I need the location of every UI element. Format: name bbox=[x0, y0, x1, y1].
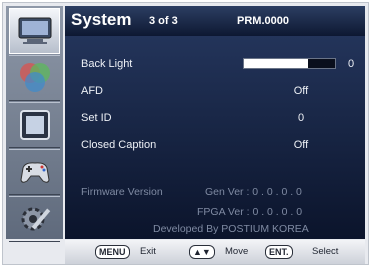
gen-version: Gen Ver : 0 . 0 . 0 . 0 bbox=[205, 186, 302, 198]
page-title: System bbox=[71, 10, 132, 29]
closed-caption-label[interactable]: Closed Caption bbox=[81, 139, 156, 151]
gamepad-icon[interactable] bbox=[9, 149, 60, 195]
move-key[interactable]: ▲▼ bbox=[189, 245, 215, 259]
firmware-label: Firmware Version bbox=[81, 186, 163, 198]
backlight-value: 0 bbox=[347, 58, 355, 70]
backlight-slider-fill bbox=[244, 59, 308, 68]
monitor-icon[interactable] bbox=[9, 8, 60, 54]
afd-label[interactable]: AFD bbox=[81, 85, 103, 97]
set-id-label[interactable]: Set ID bbox=[81, 112, 112, 124]
osd-menu: System 3 of 3 PRM.0000 Back Light 0 AFD … bbox=[2, 2, 369, 265]
display-frame-icon[interactable] bbox=[9, 102, 60, 148]
exit-label: Exit bbox=[140, 246, 156, 257]
color-circles-icon[interactable] bbox=[9, 55, 60, 101]
gear-tools-icon[interactable] bbox=[9, 196, 60, 242]
set-id-value[interactable]: 0 bbox=[271, 112, 331, 124]
fpga-version: FPGA Ver : 0 . 0 . 0 . 0 bbox=[197, 206, 303, 218]
developer-credit: Developed By POSTIUM KOREA bbox=[153, 223, 309, 235]
select-label: Select bbox=[312, 246, 339, 257]
settings-panel: Back Light 0 AFD Off Set ID 0 Closed Cap… bbox=[65, 36, 365, 239]
closed-caption-value[interactable]: Off bbox=[271, 139, 331, 151]
model-name: PRM.0000 bbox=[237, 15, 289, 27]
header-bar: System 3 of 3 PRM.0000 bbox=[65, 6, 365, 36]
enter-key[interactable]: ENT. bbox=[265, 245, 293, 259]
afd-value[interactable]: Off bbox=[271, 85, 331, 97]
move-label: Move bbox=[225, 246, 249, 257]
sidebar bbox=[6, 6, 63, 242]
page-indicator: 3 of 3 bbox=[149, 15, 178, 27]
key-guide: MENU Exit ▲▼ Move ENT. Select bbox=[65, 240, 365, 264]
backlight-label[interactable]: Back Light bbox=[81, 58, 132, 70]
menu-key[interactable]: MENU bbox=[95, 245, 130, 259]
